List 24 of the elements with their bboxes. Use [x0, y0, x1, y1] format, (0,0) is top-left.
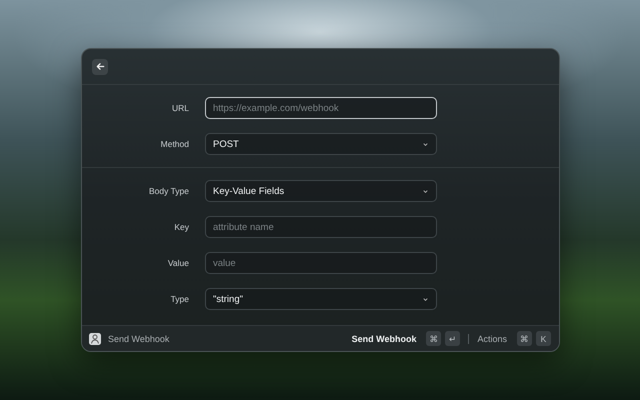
- back-button[interactable]: [92, 58, 108, 74]
- input-field[interactable]: value: [205, 252, 437, 274]
- dropdown[interactable]: "string": [205, 288, 437, 310]
- chevron-down-icon: [422, 188, 429, 194]
- field-label: Value: [166, 258, 189, 268]
- field-label: Body Type: [148, 186, 189, 196]
- keyboard-key: ⌘: [426, 331, 442, 346]
- keyboard-key: ⌘: [517, 331, 532, 346]
- dropdown[interactable]: Key-Value Fields: [205, 180, 437, 202]
- primary-action-label[interactable]: Send Webhook: [352, 334, 416, 344]
- chevron-down-icon: [422, 296, 429, 302]
- keyboard-key: ↵: [445, 331, 460, 346]
- actions-label[interactable]: Actions: [477, 334, 507, 344]
- field-label: Method: [160, 139, 189, 149]
- field-label: Key: [173, 222, 189, 232]
- input-field[interactable]: attribute name: [205, 216, 437, 238]
- command-title: Send Webhook: [108, 334, 170, 344]
- arrow-left-icon: [96, 62, 104, 71]
- keyboard-key: K: [536, 331, 551, 346]
- dropdown[interactable]: POST: [205, 133, 437, 155]
- field-label: Type: [170, 294, 189, 304]
- app-icon: [89, 332, 101, 344]
- field-label: URL: [170, 103, 189, 113]
- chevron-down-icon: [422, 140, 429, 148]
